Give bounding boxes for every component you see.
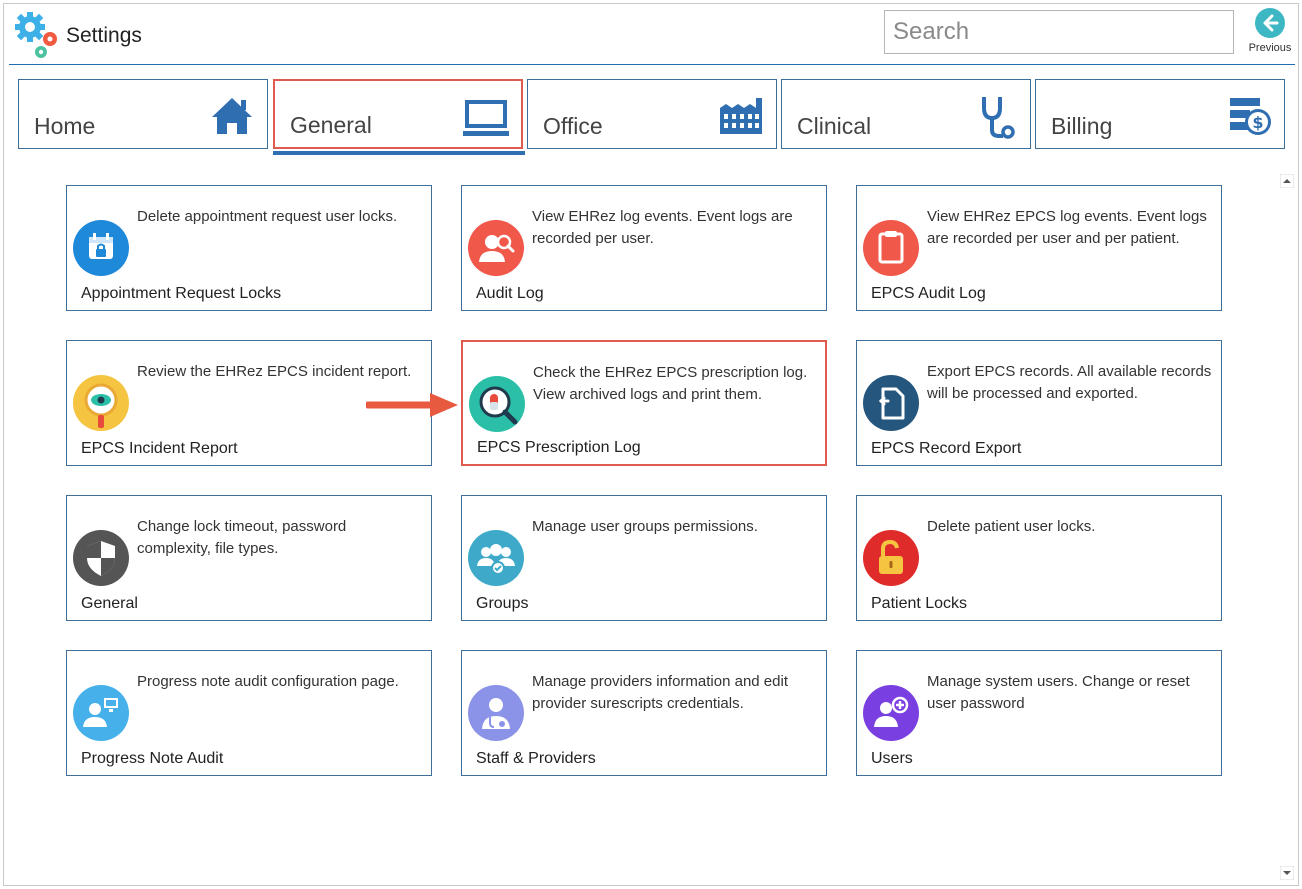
- document-export-icon: [863, 375, 919, 431]
- arrow-left-circle-icon: [1255, 8, 1285, 38]
- tile-title: Progress Note Audit: [81, 750, 224, 767]
- tile-patient-locks[interactable]: Delete patient user locks. Patient Locks: [856, 495, 1222, 621]
- tab-label: General: [290, 112, 372, 138]
- tab-home[interactable]: Home: [18, 79, 268, 149]
- selected-tab-indicator: [273, 151, 525, 155]
- user-search-icon: [468, 220, 524, 276]
- tile-description: Delete patient user locks.: [927, 518, 1096, 535]
- tile-description: Progress note audit configuration page.: [137, 673, 399, 690]
- tab-label: Home: [34, 113, 96, 139]
- tile-description: Export EPCS records. All available recor…: [927, 363, 1212, 402]
- gears-logo-icon: [15, 12, 57, 58]
- tab-label: Billing: [1051, 113, 1113, 139]
- tile-description: View EHRez log events. Event logs are re…: [532, 208, 793, 247]
- svg-text:$: $: [1252, 113, 1263, 132]
- tile-title: Groups: [476, 595, 529, 612]
- tile-title: Patient Locks: [871, 595, 968, 612]
- calendar-lock-icon: [73, 220, 129, 276]
- factory-icon: [720, 98, 762, 134]
- tile-description: View EHRez EPCS log events. Event logs a…: [927, 208, 1207, 247]
- clipboard-icon: [863, 220, 919, 276]
- tile-description: Delete appointment request user locks.: [137, 208, 398, 225]
- previous-button[interactable]: Previous: [1244, 8, 1296, 62]
- pill-search-icon: [469, 376, 525, 432]
- scroll-down-icon[interactable]: [1280, 866, 1294, 880]
- previous-label: Previous: [1248, 42, 1292, 54]
- tile-title: EPCS Audit Log: [871, 285, 986, 302]
- tile-title: EPCS Incident Report: [81, 440, 238, 457]
- tile-appointment-request-locks[interactable]: Delete appointment request user locks. A…: [66, 185, 432, 311]
- stethoscope-icon: [982, 97, 1015, 139]
- house-icon: [212, 98, 252, 134]
- magnifier-eye-icon: [73, 375, 129, 431]
- tile-title: EPCS Record Export: [871, 440, 1022, 457]
- tile-title: General: [81, 595, 138, 612]
- tile-description: Change lock timeout, password complexity…: [137, 518, 347, 557]
- user-add-icon: [863, 685, 919, 741]
- tab-label: Clinical: [797, 113, 872, 139]
- app-title: Settings: [66, 24, 142, 47]
- user-group-icon: [468, 530, 524, 586]
- user-monitor-icon: [73, 685, 129, 741]
- unlock-icon: [863, 530, 919, 586]
- tile-title: EPCS Prescription Log: [477, 439, 641, 456]
- tab-label: Office: [543, 113, 603, 139]
- search-input[interactable]: [884, 10, 1234, 54]
- tile-description: Review the EHRez EPCS incident report.: [137, 363, 412, 380]
- settings-window: Settings Previous Home General Office: [3, 3, 1299, 886]
- tab-billing[interactable]: Billing $: [1035, 79, 1285, 149]
- billing-dollar-icon: $: [1230, 98, 1271, 135]
- tile-epcs-record-export[interactable]: Export EPCS records. All available recor…: [856, 340, 1222, 466]
- tab-office[interactable]: Office: [527, 79, 777, 149]
- tile-title: Staff & Providers: [476, 750, 596, 767]
- header-divider: [9, 64, 1295, 65]
- tile-description: Check the EHRez EPCS prescription log. V…: [533, 364, 808, 403]
- tile-audit-log[interactable]: View EHRez log events. Event logs are re…: [461, 185, 827, 311]
- tab-clinical[interactable]: Clinical: [781, 79, 1031, 149]
- monitor-icon: [463, 100, 509, 136]
- tile-description: Manage system users. Change or reset use…: [927, 673, 1190, 712]
- tile-title: Appointment Request Locks: [81, 285, 282, 302]
- tile-title: Users: [871, 750, 913, 767]
- tile-title: Audit Log: [476, 285, 544, 302]
- provider-stethoscope-icon: [468, 685, 524, 741]
- shield-icon: [73, 530, 129, 586]
- scroll-up-icon[interactable]: [1280, 174, 1294, 188]
- tile-users[interactable]: Manage system users. Change or reset use…: [856, 650, 1222, 776]
- tile-staff-providers[interactable]: Manage providers information and edit pr…: [461, 650, 827, 776]
- tile-description: Manage user groups permissions.: [532, 518, 758, 535]
- tile-description: Manage providers information and edit pr…: [532, 673, 788, 712]
- tile-progress-note-audit[interactable]: Progress note audit configuration page. …: [66, 650, 432, 776]
- tile-groups[interactable]: Manage user groups permissions. Groups: [461, 495, 827, 621]
- tab-general[interactable]: General: [273, 79, 523, 149]
- tile-epcs-audit-log[interactable]: View EHRez EPCS log events. Event logs a…: [856, 185, 1222, 311]
- tile-general[interactable]: Change lock timeout, password complexity…: [66, 495, 432, 621]
- tile-epcs-prescription-log[interactable]: Check the EHRez EPCS prescription log. V…: [461, 340, 827, 466]
- annotation-arrow-icon: [366, 393, 458, 417]
